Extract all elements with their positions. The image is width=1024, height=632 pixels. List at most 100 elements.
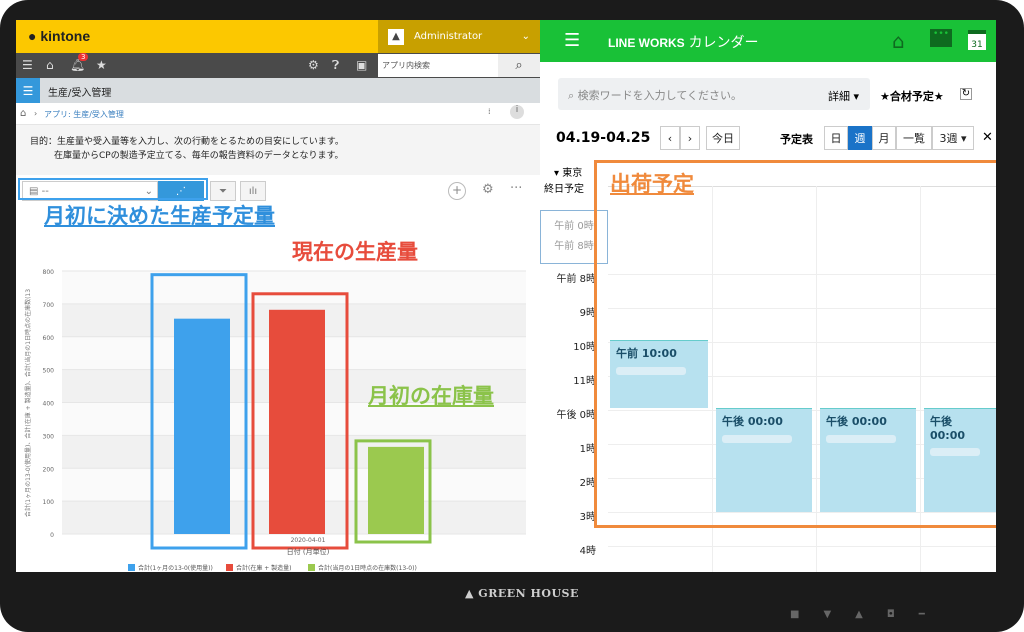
timezone-label: ▾ 東京 [554, 168, 583, 179]
y-axis-label: 合計(1ヶ月の13-0(使用量)、合計(在庫 + 製造量)、合計(当月の1日時点… [24, 289, 32, 517]
brand-text: GREEN HOUSE [478, 587, 579, 600]
close-icon[interactable]: ✕ [982, 130, 993, 145]
kintone-pane: ● kintone ▲ Administrator ⌄ ☰ ⌂ 🔔︎ 3 ★ ⚙… [16, 20, 540, 572]
search-input[interactable]: ⌕ 検索ワードを入力してください。 [558, 78, 870, 110]
annotation-planned: 月初に決めた生産予定量 [44, 205, 275, 228]
pin-icon[interactable]: ⁞ [488, 107, 491, 116]
monitor-buttons: ■ ▼ ▲ ◘ ━ [790, 609, 925, 620]
screen: ● kintone ▲ Administrator ⌄ ☰ ⌂ 🔔︎ 3 ★ ⚙… [16, 20, 996, 572]
kintone-logo[interactable]: ● kintone [28, 28, 90, 44]
app-brand: LINE WORKS [608, 36, 685, 50]
search-icon[interactable]: ⌕ [498, 54, 540, 77]
date-range: 04.19-04.25 [556, 130, 651, 146]
search-row: ⌕ 検索ワードを入力してください。 詳細 ▾ ★合材予定★ ↻ [540, 62, 996, 112]
today-button[interactable]: 今日 [706, 126, 740, 150]
legend-label: 合計(1ヶ月の13-0(使用量)) [138, 564, 213, 572]
help-icon[interactable]: ❓︎ [332, 58, 339, 73]
legend-label: 合計(当月の1日時点の在庫数(13-0)) [318, 564, 417, 572]
view-3week-button[interactable]: 3週 ▾ [932, 126, 974, 150]
view-month-button[interactable]: 月 [872, 126, 896, 150]
legend-swatch [128, 564, 135, 571]
hour-label: 2時 [579, 478, 596, 489]
y-tick-label: 0 [50, 532, 54, 539]
monitor-button-1: ■ [790, 609, 800, 620]
bar-3 [368, 446, 424, 534]
info-icon[interactable]: i [510, 105, 524, 119]
notification-badge: 3 [78, 53, 89, 61]
view-day-button[interactable]: 日 [824, 126, 848, 150]
description-line-2: 在庫量からCPの製造予定立てる、毎年の報告資料のデータとなります。 [54, 151, 344, 161]
bar-1 [174, 318, 230, 534]
app-search-input[interactable]: アプリ内検索 [378, 54, 498, 77]
filter-icon[interactable]: ⏷ [210, 181, 236, 201]
breadcrumb: ⌂ › アプリ: 生産/受入管理 ⁞ i [16, 103, 540, 125]
hour-label: 午後 0時 [556, 410, 596, 421]
y-tick-label: 600 [43, 335, 55, 342]
bar-2 [269, 309, 325, 534]
view-week-button[interactable]: 週 [848, 126, 872, 150]
refresh-icon[interactable]: ↻ [960, 88, 972, 100]
home-icon[interactable]: ⌂ [20, 108, 26, 119]
schedule-label: 予定表 [780, 133, 813, 146]
view-select-highlight [18, 178, 208, 200]
more-icon[interactable]: ··· [510, 181, 522, 196]
app-section: カレンダー [688, 34, 759, 50]
monitor-brand-logo: ▲ GREEN HOUSE [465, 587, 579, 600]
menu-icon[interactable]: ☰ [22, 58, 33, 72]
kintone-header: ● kintone ▲ Administrator ⌄ [16, 20, 540, 53]
list-icon[interactable]: ☰ [16, 78, 40, 103]
search-icon: ⌕ [568, 89, 575, 102]
x-tick-label: 2020-04-01 [291, 537, 326, 544]
hour-label: 10時 [573, 342, 596, 353]
legend-swatch [226, 564, 233, 571]
y-tick-label: 200 [43, 466, 55, 473]
breadcrumb-link[interactable]: アプリ: 生産/受入管理 [44, 109, 124, 120]
legend-swatch [308, 564, 315, 571]
home-icon[interactable]: ⌂ [46, 58, 54, 72]
star-icon[interactable]: ★ [96, 58, 107, 72]
hour-label: 1時 [579, 444, 596, 455]
calendar-pane: ☰ LINE WORKS カレンダー ⌂ ••• 31 ⌕ 検索ワードを入力して… [540, 20, 996, 572]
view-list-button[interactable]: 一覧 [896, 126, 932, 150]
legend-label: 合計(在庫 + 製造量) [236, 564, 292, 572]
annotation-current: 現在の生産量 [292, 241, 418, 264]
user-menu[interactable]: ▲ Administrator ⌄ [378, 20, 540, 53]
description-line-1: 目的：生産量や受入量等を入力し、次の行動をとるための目安にしています。 [30, 137, 344, 147]
gear-icon[interactable]: ⚙ [482, 182, 494, 197]
monitor-button-4: ◘ [886, 609, 895, 620]
chevron-down-icon: ⌄ [521, 31, 530, 42]
bar-chart-icon[interactable]: ılı [240, 181, 266, 201]
next-week-button[interactable]: › [680, 126, 700, 150]
calendar-icon[interactable]: 31 [968, 30, 986, 50]
detail-search-button[interactable]: 詳細 ▾ [828, 88, 859, 104]
allday-label: 終日予定 [544, 184, 584, 195]
prev-week-button[interactable]: ‹ [660, 126, 680, 150]
y-tick-label: 800 [43, 269, 55, 276]
y-tick-label: 400 [43, 401, 55, 408]
app-description: 目的：生産量や受入量等を入力し、次の行動をとるための目安にしています。 在庫量か… [16, 125, 540, 175]
annotation-shipping: 出荷予定 [610, 173, 694, 196]
x-axis-label: 日付 (月単位) [287, 547, 330, 556]
tool-icon[interactable]: ▣ [356, 58, 367, 72]
message-icon[interactable]: ••• [930, 29, 952, 47]
hour-label: 11時 [573, 376, 596, 387]
gear-icon[interactable]: ⚙ [308, 58, 319, 72]
app-header: ☰ 生産/受入管理 [16, 78, 540, 103]
home-icon[interactable]: ⌂ [892, 29, 905, 53]
hour-label: 午前 8時 [556, 274, 596, 285]
y-tick-label: 500 [43, 368, 55, 375]
user-avatar-icon: ▲ [388, 28, 404, 45]
grid-line [608, 546, 996, 547]
monitor-button-5: ━ [918, 609, 925, 620]
menu-icon[interactable]: ☰ [564, 30, 580, 51]
breadcrumb-separator: › [34, 109, 38, 118]
calendar-toolbar: 04.19-04.25 ‹ › 今日 予定表 日 週 月 一覧 3週 ▾ ✕ [540, 112, 996, 156]
annotation-stock: 月初の在庫量 [368, 385, 494, 408]
user-name: Administrator [414, 31, 483, 42]
calendar-header: ☰ LINE WORKS カレンダー ⌂ ••• 31 [540, 20, 996, 62]
shipping-highlight-box [594, 160, 996, 528]
app-search-placeholder: アプリ内検索 [382, 61, 430, 70]
monitor-button-3: ▲ [855, 609, 863, 620]
kintone-nav: ☰ ⌂ 🔔︎ 3 ★ ⚙ ❓︎ ▣ アプリ内検索 ⌕ [16, 53, 540, 78]
add-icon[interactable]: + [448, 182, 466, 200]
